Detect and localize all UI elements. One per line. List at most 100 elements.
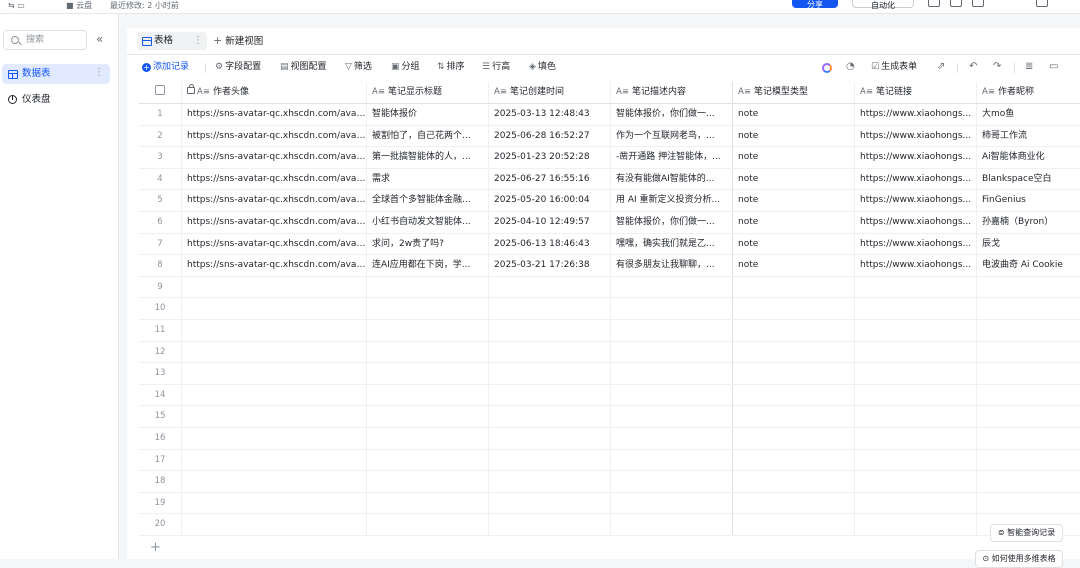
table-cell[interactable]: 辰戈 <box>977 234 1080 255</box>
table-cell[interactable]: note <box>733 125 855 147</box>
select-all-checkbox[interactable] <box>139 82 182 103</box>
table-row[interactable]: 6 https://sns-avatar-qc.xhscdn.com/avat..… <box>139 212 1080 234</box>
smart-query-button[interactable]: ⊜ 智能查询记录 <box>990 524 1063 542</box>
generate-form-button[interactable]: ☑ 生成表单 <box>871 61 917 73</box>
table-row[interactable]: 11 <box>139 320 1080 342</box>
table-cell[interactable] <box>733 298 855 320</box>
history-icon[interactable] <box>950 0 962 7</box>
table-cell[interactable]: 柿哥工作流 <box>977 126 1080 147</box>
table-cell[interactable] <box>733 428 855 449</box>
share-button[interactable]: 分享 <box>792 0 838 9</box>
table-cell[interactable] <box>733 276 855 298</box>
table-row[interactable]: 16 <box>139 428 1080 450</box>
table-row[interactable]: 2 https://sns-avatar-qc.xhscdn.com/avat..… <box>139 125 1080 148</box>
collapse-sidebar-icon[interactable]: « <box>96 32 103 46</box>
table-cell[interactable] <box>611 514 733 536</box>
table-cell[interactable] <box>367 384 489 406</box>
table-cell[interactable]: 2025-04-10 12:49:57 <box>489 212 611 233</box>
table-cell[interactable]: note <box>733 233 855 255</box>
table-cell[interactable] <box>733 492 855 514</box>
table-cell[interactable] <box>733 384 855 406</box>
table-cell[interactable]: https://www.xiaohongs... <box>855 190 977 212</box>
table-cell[interactable]: https://www.xiaohongs... <box>855 255 977 277</box>
table-cell[interactable] <box>977 450 1080 471</box>
table-cell[interactable]: Blankspace空白 <box>977 169 1080 190</box>
automation-button[interactable]: 自动化 <box>852 0 914 10</box>
redo-icon[interactable]: ↷ <box>993 61 1001 73</box>
table-cell[interactable] <box>489 428 611 449</box>
table-cell[interactable] <box>611 428 733 449</box>
table-cell[interactable] <box>182 471 367 493</box>
table-cell[interactable] <box>611 449 733 471</box>
table-cell[interactable] <box>367 471 489 493</box>
table-cell[interactable]: note <box>733 255 855 277</box>
table-cell[interactable]: https://sns-avatar-qc.xhscdn.com/avat... <box>182 125 367 147</box>
table-cell[interactable] <box>182 492 367 514</box>
table-cell[interactable]: 2025-01-23 20:52:28 <box>489 147 611 169</box>
table-cell[interactable]: 需求 <box>367 168 489 190</box>
table-cell[interactable]: note <box>733 212 855 233</box>
table-cell[interactable] <box>182 384 367 406</box>
table-cell[interactable] <box>367 428 489 449</box>
table-cell[interactable] <box>611 492 733 514</box>
table-cell[interactable] <box>489 471 611 493</box>
table-cell[interactable] <box>182 363 367 385</box>
table-cell[interactable] <box>489 276 611 298</box>
table-cell[interactable] <box>367 341 489 363</box>
table-cell[interactable]: https://sns-avatar-qc.xhscdn.com/avat... <box>182 147 367 169</box>
table-cell[interactable]: https://sns-avatar-qc.xhscdn.com/avat... <box>182 255 367 277</box>
table-cell[interactable]: https://www.xiaohongs... <box>855 233 977 255</box>
table-cell[interactable]: https://sns-avatar-qc.xhscdn.com/avat... <box>182 190 367 212</box>
table-cell[interactable] <box>489 492 611 514</box>
table-cell[interactable]: 作为一个互联网老鸟，... <box>611 125 733 147</box>
table-cell[interactable] <box>611 341 733 363</box>
table-cell[interactable] <box>977 277 1080 298</box>
table-cell[interactable] <box>611 363 733 385</box>
table-cell[interactable] <box>182 320 367 341</box>
table-cell[interactable] <box>855 320 977 341</box>
table-cell[interactable]: note <box>733 168 855 190</box>
table-cell[interactable] <box>182 406 367 428</box>
row-height-button[interactable]: ☰ 行高 <box>482 61 510 73</box>
table-cell[interactable] <box>182 514 367 536</box>
search-input[interactable] <box>26 34 81 46</box>
table-cell[interactable]: note <box>733 190 855 212</box>
table-cell[interactable] <box>489 363 611 385</box>
help-button[interactable]: ⊙ 如何使用多维表格 <box>975 550 1063 568</box>
notification-icon[interactable] <box>928 0 940 7</box>
table-cell[interactable] <box>733 406 855 428</box>
table-cell[interactable] <box>367 276 489 298</box>
fill-color-button[interactable]: ◈ 填色 <box>529 61 556 73</box>
table-cell[interactable] <box>489 514 611 536</box>
table-cell[interactable] <box>611 298 733 320</box>
table-cell[interactable] <box>489 341 611 363</box>
table-cell[interactable] <box>977 406 1080 427</box>
table-cell[interactable]: https://www.xiaohongs... <box>855 168 977 190</box>
table-cell[interactable]: 用 AI 重新定义投资分析... <box>611 190 733 212</box>
table-cell[interactable]: https://sns-avatar-qc.xhscdn.com/avat... <box>182 233 367 255</box>
table-cell[interactable] <box>182 276 367 298</box>
new-view-button[interactable]: + 新建视图 <box>213 35 263 48</box>
history-icon[interactable]: ◔ <box>846 61 855 73</box>
column-header[interactable]: A≡ 笔记模型类型 <box>733 82 855 103</box>
table-cell[interactable]: https://www.xiaohongs... <box>855 104 977 125</box>
table-cell[interactable]: 被割怕了，自己花两个... <box>367 125 489 147</box>
table-cell[interactable]: 大mo鱼 <box>977 104 1080 125</box>
table-cell[interactable] <box>733 514 855 536</box>
table-cell[interactable] <box>733 471 855 493</box>
table-cell[interactable]: https://sns-avatar-qc.xhscdn.com/avat... <box>182 212 367 233</box>
table-row[interactable]: 7 https://sns-avatar-qc.xhscdn.com/avat..… <box>139 233 1080 256</box>
table-cell[interactable]: 小红书自动发文智能体... <box>367 212 489 233</box>
table-row[interactable]: 10 <box>139 298 1080 320</box>
add-row-button[interactable]: + <box>150 541 161 555</box>
field-config-button[interactable]: ⚙ 字段配置 <box>215 61 261 73</box>
table-cell[interactable]: FinGenius <box>977 190 1080 211</box>
table-cell[interactable]: https://www.xiaohongs... <box>855 125 977 147</box>
nav-icons[interactable]: ⇆ ▭ <box>8 0 25 13</box>
view-config-button[interactable]: ▤ 视图配置 <box>280 61 327 73</box>
table-cell[interactable]: 连AI应用都在下岗，学... <box>367 255 489 277</box>
table-cell[interactable] <box>855 341 977 363</box>
find-icon[interactable]: ≣ <box>1025 61 1033 73</box>
table-cell[interactable] <box>489 320 611 341</box>
column-header[interactable]: A≡ 作者头像 <box>182 82 367 103</box>
